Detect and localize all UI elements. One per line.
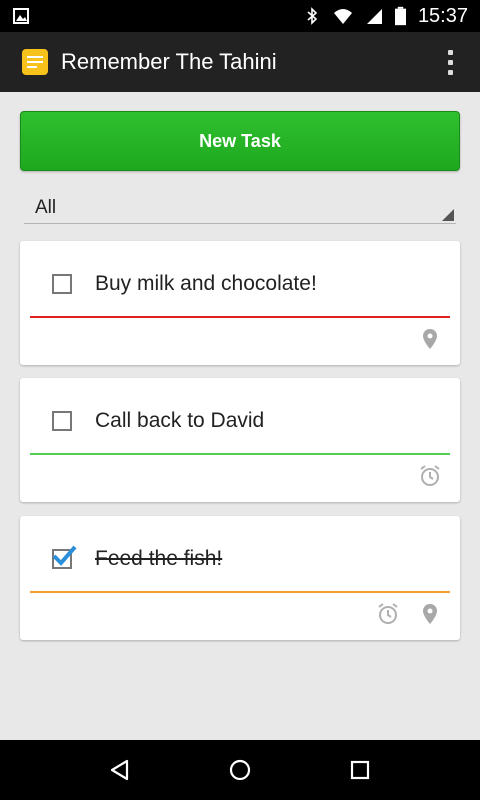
- filter-dropdown[interactable]: All: [24, 192, 456, 224]
- action-bar: Remember The Tahini: [0, 32, 480, 92]
- dropdown-arrow-icon: [442, 209, 454, 221]
- task-priority-line: [30, 453, 450, 455]
- task-text: Call back to David: [95, 409, 265, 432]
- notepad-icon: [22, 49, 48, 75]
- task-checkbox[interactable]: [52, 411, 72, 431]
- wifi-icon: [333, 9, 352, 24]
- recents-icon[interactable]: [340, 750, 380, 790]
- task-text: Feed the fish!: [95, 547, 223, 570]
- app-title: Remember The Tahini: [61, 49, 277, 74]
- home-icon[interactable]: [220, 750, 260, 790]
- task-priority-line: [30, 591, 450, 593]
- alarm-clock-icon[interactable]: [418, 464, 442, 488]
- navigation-bar: [0, 740, 480, 800]
- battery-icon: [394, 6, 406, 26]
- signal-icon: [366, 9, 382, 24]
- filter-selected-value: All: [35, 196, 57, 218]
- status-time: 15:37: [417, 4, 468, 27]
- image-icon: [13, 8, 29, 24]
- task-text: Buy milk and chocolate!: [95, 272, 317, 295]
- task-card[interactable]: Feed the fish!: [20, 516, 460, 640]
- task-card[interactable]: Buy milk and chocolate!: [20, 241, 460, 365]
- back-icon[interactable]: [100, 750, 140, 790]
- task-priority-line: [30, 316, 450, 318]
- task-checkbox[interactable]: [52, 274, 72, 294]
- new-task-button[interactable]: New Task: [20, 111, 460, 171]
- bluetooth-icon: [307, 7, 318, 25]
- alarm-clock-icon[interactable]: [376, 602, 400, 626]
- location-pin-icon[interactable]: [418, 327, 442, 351]
- location-pin-icon[interactable]: [418, 602, 442, 626]
- checkmark-icon: [52, 545, 77, 566]
- task-card[interactable]: Call back to David: [20, 378, 460, 502]
- overflow-menu-icon[interactable]: [440, 47, 460, 77]
- status-bar: 15:37: [0, 0, 480, 32]
